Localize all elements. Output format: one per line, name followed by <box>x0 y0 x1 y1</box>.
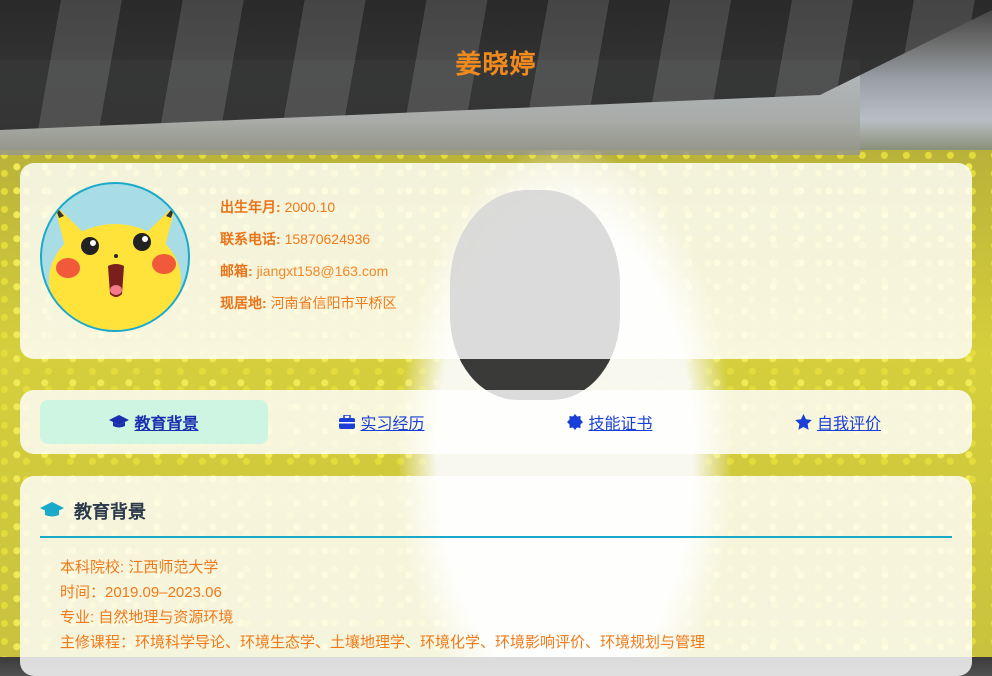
location-label: 现居地: <box>220 295 267 311</box>
birth-value: 2000.10 <box>284 199 336 215</box>
tab-education[interactable]: 教育背景 <box>40 400 268 444</box>
section-title: 教育背景 <box>74 502 146 522</box>
certificate-icon <box>567 414 584 430</box>
phone-label: 联系电话: <box>220 231 281 247</box>
tab-skills[interactable]: 技能证书 <box>496 400 724 444</box>
email-label: 邮箱: <box>220 263 253 279</box>
location-value: 河南省信阳市平桥区 <box>270 295 397 311</box>
tab-education-label: 教育背景 <box>134 416 199 433</box>
graduation-cap-icon <box>40 502 64 517</box>
phone-row: 联系电话: 15870624936 <box>220 229 397 247</box>
tab-internship-label: 实习经历 <box>360 416 425 433</box>
tab-self-evaluation[interactable]: 自我评价 <box>724 400 952 444</box>
courses: 主修课程：环境科学导论、环境生态学、土壤地理学、环境化学、环境影响评价、环境规划… <box>60 634 706 651</box>
email-row: 邮箱: jiangxt158@163.com <box>220 261 397 279</box>
email-link[interactable]: jiangxt158@163.com <box>257 263 389 279</box>
birth-row: 出生年月: 2000.10 <box>220 197 397 215</box>
graduation-cap-icon <box>109 415 130 428</box>
major: 专业: 自然地理与资源环境 <box>60 609 234 626</box>
birth-label: 出生年月: <box>220 199 281 215</box>
tab-internship[interactable]: 实习经历 <box>268 400 496 444</box>
briefcase-icon <box>339 415 356 429</box>
education-details: 本科院校: 江西师范大学 时间：2019.09–2023.06 专业: 自然地理… <box>60 556 705 656</box>
profile-card: 出生年月: 2000.10 联系电话: 15870624936 邮箱: jian… <box>20 163 972 359</box>
education-section: 教育背景 本科院校: 江西师范大学 时间：2019.09–2023.06 专业:… <box>20 476 972 676</box>
phone-value: 15870624936 <box>284 231 371 247</box>
study-period: 时间：2019.09–2023.06 <box>60 584 222 601</box>
tab-self-evaluation-label: 自我评价 <box>816 416 881 433</box>
page-title: 姜晓婷 <box>455 49 537 79</box>
section-header: 教育背景 <box>40 498 952 538</box>
section-nav: 教育背景 实习经历 技能证书 自我评价 <box>20 390 972 454</box>
tab-skills-label: 技能证书 <box>588 416 653 433</box>
avatar <box>40 182 190 332</box>
location-row: 现居地: 河南省信阳市平桥区 <box>220 293 397 311</box>
star-icon <box>795 414 812 430</box>
school: 本科院校: 江西师范大学 <box>60 559 219 576</box>
profile-info: 出生年月: 2000.10 联系电话: 15870624936 邮箱: jian… <box>220 197 397 325</box>
